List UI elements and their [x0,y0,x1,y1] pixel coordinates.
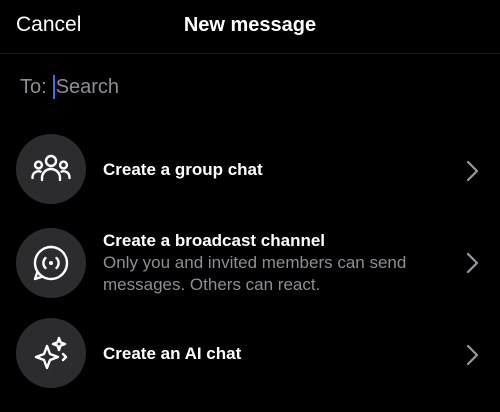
chevron-right-icon [466,344,479,366]
option-title: Create a broadcast channel [103,231,326,250]
broadcast-icon [16,228,86,298]
search-input[interactable] [55,75,356,99]
chevron-right-icon [466,160,479,182]
ai-sparkle-icon [16,318,86,388]
page-title: New message [183,14,317,36]
new-message-screen: Cancel New message To: Create a group ch… [0,0,500,412]
create-ai-chat-option[interactable]: Create an AI chat [0,318,500,394]
create-broadcast-channel-option[interactable]: Create a broadcast channel Only you and … [0,228,500,304]
group-icon [16,134,86,204]
option-subtitle: Only you and invited members can send me… [103,253,407,294]
option-title: Create a group chat [103,160,263,179]
recipient-row: To: [20,72,356,102]
chevron-right-icon [466,252,479,274]
to-label: To: [20,75,47,98]
header: Cancel New message [0,0,500,54]
create-group-chat-option[interactable]: Create a group chat [0,134,500,210]
option-title: Create an AI chat [103,344,242,363]
text-caret [52,75,55,99]
